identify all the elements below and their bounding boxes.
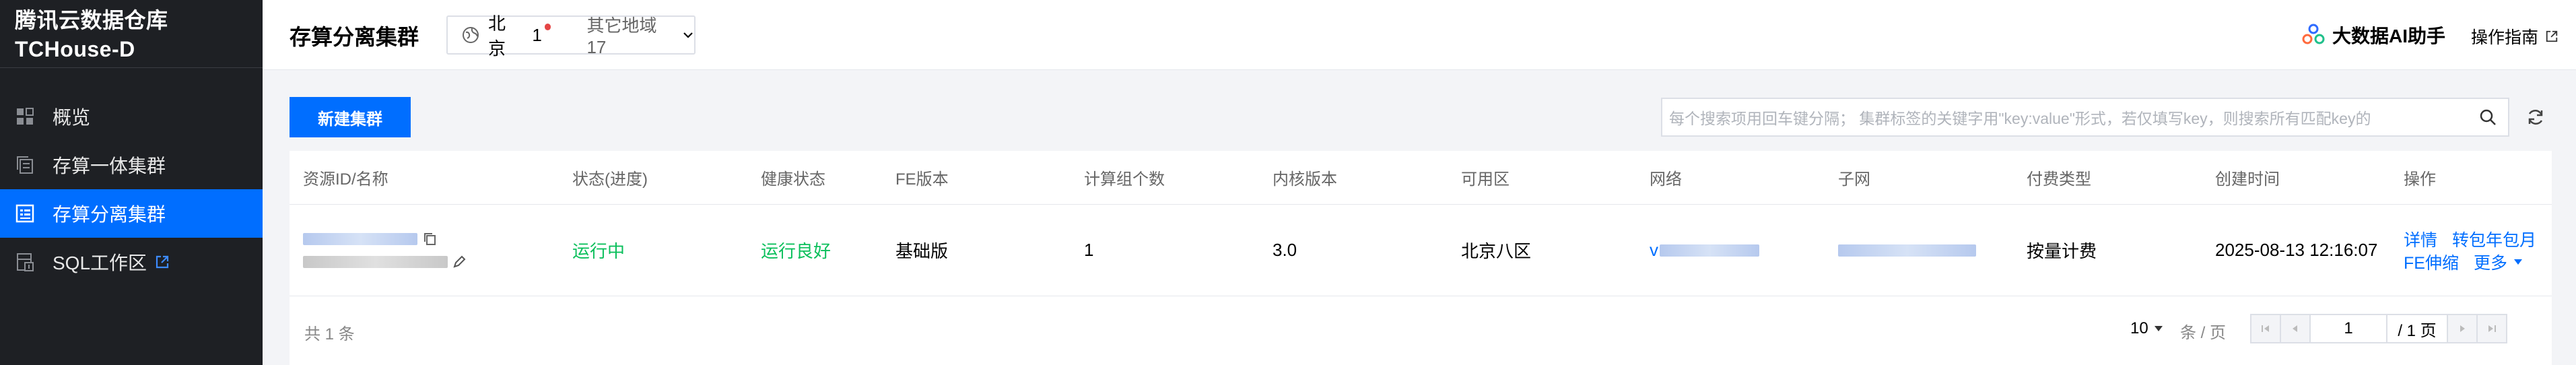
new-cluster-button[interactable]: 新建集群 [290, 97, 411, 137]
subnet-link[interactable] [1838, 244, 1976, 257]
resource-id-cell [303, 205, 467, 296]
search-placeholder: 每个搜索项用回车键分隔； 集群标签的关键字用"key:value"形式，若仅填写… [1669, 110, 2371, 127]
fe-scale-link[interactable]: FE伸缩 [2404, 250, 2459, 274]
region-selector[interactable]: 北京 1 其它地域 17 [446, 12, 696, 59]
first-page-icon[interactable] [2250, 314, 2281, 343]
ai-logo-icon [2301, 23, 2326, 47]
search-input[interactable]: 每个搜索项用回车键分隔； 集群标签的关键字用"key:value"形式，若仅填写… [1661, 98, 2509, 137]
column-header: 操作 [2404, 170, 2436, 189]
page-size-select[interactable]: 10 [2130, 319, 2163, 338]
column-header: 状态(进度) [572, 170, 648, 189]
guide-link[interactable]: 操作指南 [2471, 24, 2558, 48]
globe-icon [461, 26, 480, 44]
cluster-name [303, 255, 448, 268]
sidebar-item-label: 存算一体集群 [53, 156, 166, 176]
page-total: / 1 页 [2386, 314, 2448, 343]
notification-dot [544, 24, 551, 30]
copy-icon[interactable] [423, 232, 438, 246]
other-regions-dropdown[interactable]: 其它地域 17 [586, 12, 694, 58]
column-header: 计算组个数 [1084, 170, 1165, 189]
created-time-cell: 2025-08-13 12:16:07 [2215, 240, 2378, 260]
sidebar-item-label: 存算分离集群 [53, 204, 166, 225]
other-regions-label: 其它地域 17 [586, 15, 657, 57]
zone-cell: 北京八区 [1461, 241, 1532, 261]
refresh-icon[interactable] [2525, 106, 2546, 128]
more-dropdown[interactable]: 更多 [2474, 250, 2523, 274]
brand-subtitle: TCHouse-D [15, 37, 135, 61]
brand-title: 腾讯云数据仓库 [15, 8, 168, 32]
health-cell: 运行良好 [761, 241, 832, 261]
region-count: 1 [532, 24, 542, 45]
ai-assistant-label: 大数据AI助手 [2332, 26, 2445, 46]
last-page-icon[interactable] [2476, 314, 2507, 343]
edit-pencil-icon[interactable] [452, 255, 467, 269]
cluster-table: 资源ID/名称 状态(进度) 健康状态 FE版本 计算组个数 内核版本 可用区 … [290, 151, 2552, 365]
guide-label: 操作指南 [2470, 28, 2538, 47]
page-size-value: 10 [2130, 319, 2148, 337]
sidebar: 腾讯云数据仓库 TCHouse-D 概览 存算一体集群 存算分离集群 SQL工作… [0, 0, 263, 365]
column-header: FE版本 [895, 170, 949, 189]
column-header: 付费类型 [2027, 170, 2091, 189]
sidebar-item-label: SQL工作区 [53, 253, 147, 273]
page-number-input[interactable]: 1 [2309, 314, 2387, 343]
pagination: 1 / 1 页 [2250, 314, 2507, 343]
sidebar-item-label: 概览 [53, 107, 91, 128]
more-label: 更多 [2473, 253, 2507, 273]
list-box-icon [15, 203, 35, 224]
sidebar-nav: 概览 存算一体集群 存算分离集群 SQL工作区 [0, 92, 263, 286]
column-header: 可用区 [1461, 170, 1510, 189]
column-header: 内核版本 [1273, 170, 1337, 189]
external-link-icon [2545, 30, 2558, 43]
network-id-masked [1660, 244, 1759, 257]
column-header: 子网 [1838, 170, 1870, 189]
next-page-icon[interactable] [2447, 314, 2478, 343]
sidebar-item-sql-workspace[interactable]: SQL工作区 [0, 238, 263, 286]
grid-icon [15, 106, 35, 127]
column-header: 资源ID/名称 [303, 170, 388, 189]
copy-icon [15, 155, 35, 175]
total-count: 共 1 条 [304, 325, 355, 343]
page-title: 存算分离集群 [290, 25, 419, 49]
ai-assistant-button[interactable]: 大数据AI助手 [2301, 22, 2445, 48]
status-cell: 运行中 [572, 241, 625, 261]
database-icon [15, 252, 35, 272]
detail-link[interactable]: 详情 [2404, 227, 2437, 251]
table-footer: 共 1 条 10 条 / 页 1 / 1 页 [290, 296, 2552, 364]
compute-group-count-cell: 1 [1084, 240, 1094, 260]
network-link[interactable]: v [1650, 240, 1658, 261]
kernel-version-cell: 3.0 [1273, 240, 1297, 260]
caret-down-icon [2513, 258, 2523, 266]
column-header: 网络 [1650, 170, 1682, 189]
caret-down-icon [2154, 325, 2163, 332]
fe-version-cell: 基础版 [895, 241, 949, 261]
page-size-unit: 条 / 页 [2180, 324, 2227, 342]
column-header: 健康状态 [761, 170, 825, 189]
sidebar-item-overview[interactable]: 概览 [0, 92, 263, 141]
top-bar: 存算分离集群 北京 1 其它地域 17 大数据AI助手 操作指南 [263, 0, 2576, 70]
column-header: 创建时间 [2215, 170, 2280, 189]
external-link-icon [155, 255, 170, 269]
billing-type-cell: 按量计费 [2027, 241, 2097, 261]
search-icon[interactable] [2468, 99, 2508, 135]
actions-cell: 详情 转包年包月 FE伸缩 更多 [2404, 205, 2536, 296]
prev-page-icon[interactable] [2280, 314, 2311, 343]
chevron-down-icon [682, 29, 694, 41]
sidebar-item-integrated-cluster[interactable]: 存算一体集群 [0, 141, 263, 189]
subnet-cell[interactable] [1838, 205, 1976, 296]
convert-to-monthly-link[interactable]: 转包年包月 [2452, 227, 2536, 251]
brand: 腾讯云数据仓库 TCHouse-D [0, 0, 263, 68]
network-cell[interactable]: v [1650, 205, 1759, 296]
sidebar-item-separated-cluster[interactable]: 存算分离集群 [0, 189, 263, 238]
region-name: 北京 [488, 13, 506, 59]
table-row: 运行中 运行良好 基础版 1 3.0 北京八区 v 按量计费 2025-08-1… [290, 205, 2552, 296]
table-header: 资源ID/名称 状态(进度) 健康状态 FE版本 计算组个数 内核版本 可用区 … [290, 151, 2552, 205]
resource-id-link[interactable] [303, 232, 417, 245]
